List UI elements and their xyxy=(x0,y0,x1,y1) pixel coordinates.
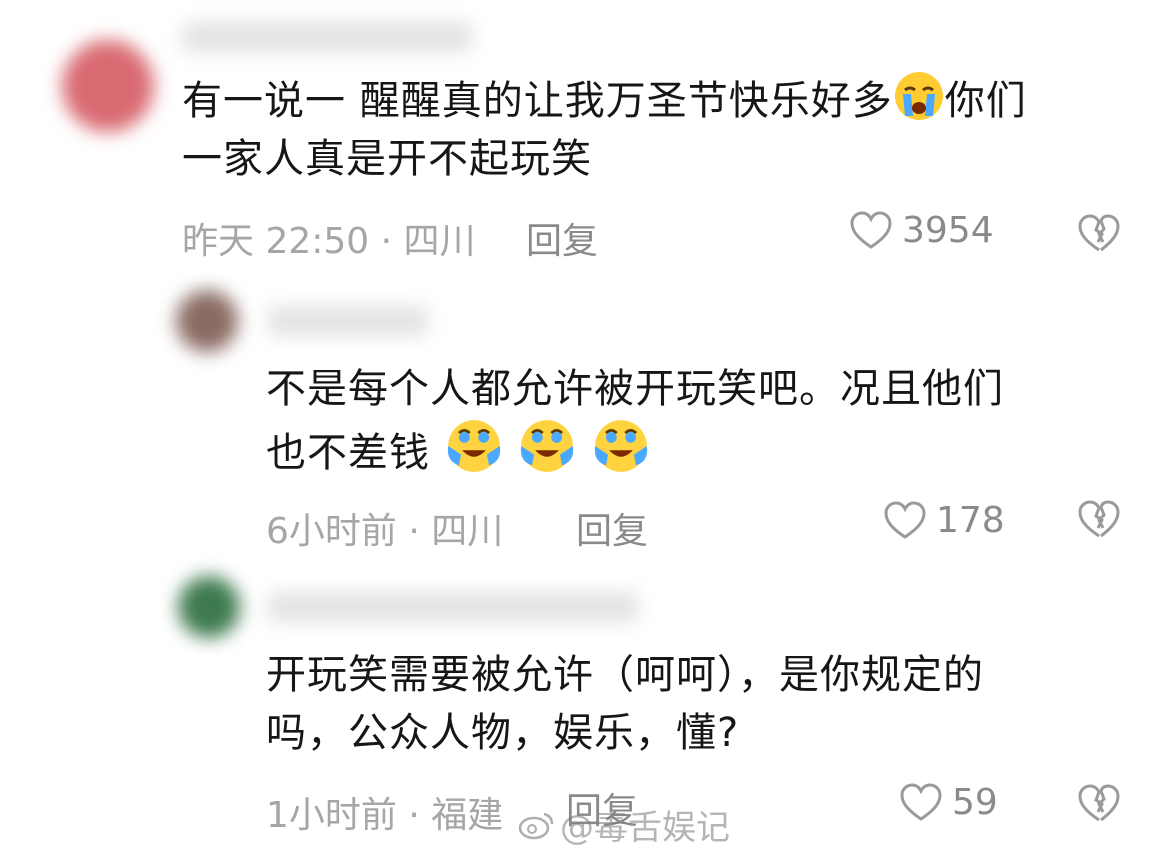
broken-heart-icon[interactable] xyxy=(1078,784,1120,824)
laugh-cry-face-icon xyxy=(521,420,574,472)
avatar[interactable] xyxy=(176,290,238,352)
crying-face-icon xyxy=(894,72,943,120)
comment-text: 有一说一 醒醒真的让我万圣节快乐好多 你们 一家人真是开不起玩笑 xyxy=(182,70,1142,188)
reply-button[interactable]: 回复 xyxy=(526,212,598,264)
like-count: 3954 xyxy=(902,210,994,251)
username-blurred[interactable] xyxy=(182,22,472,52)
heart-icon xyxy=(900,782,942,821)
laugh-cry-face-icon xyxy=(595,420,648,472)
avatar[interactable] xyxy=(62,40,154,132)
broken-heart-icon[interactable] xyxy=(1078,500,1120,540)
like-button[interactable]: 59 xyxy=(900,782,998,823)
like-count: 178 xyxy=(936,500,1005,541)
comment-text: 不是每个人都允许被开玩笑吧。况且他们 也不差钱 xyxy=(266,366,1004,476)
broken-heart-icon[interactable] xyxy=(1078,214,1120,254)
like-button[interactable]: 3954 xyxy=(850,210,994,251)
comment-meta: 6小时前 · 四川 xyxy=(266,511,504,552)
comment-meta: 昨天 22:50 · 四川 xyxy=(182,221,476,262)
comment-meta: 1小时前 · 福建 xyxy=(266,795,504,836)
watermark: @毒舌娱记 xyxy=(518,800,730,849)
comment-text: 开玩笑需要被允许（呵呵），是你规定的 吗，公众人物，娱乐，懂? xyxy=(266,652,984,756)
username-blurred[interactable] xyxy=(268,592,638,622)
heart-icon xyxy=(850,210,892,249)
reply-button[interactable]: 回复 xyxy=(576,502,648,554)
like-count: 59 xyxy=(952,782,998,823)
heart-icon xyxy=(884,500,926,539)
like-button[interactable]: 178 xyxy=(884,500,1005,541)
laugh-cry-face-icon xyxy=(447,420,500,472)
weibo-logo-icon xyxy=(518,812,554,839)
avatar[interactable] xyxy=(178,576,240,638)
watermark-text: @毒舌娱记 xyxy=(560,808,730,848)
username-blurred[interactable] xyxy=(268,306,428,336)
